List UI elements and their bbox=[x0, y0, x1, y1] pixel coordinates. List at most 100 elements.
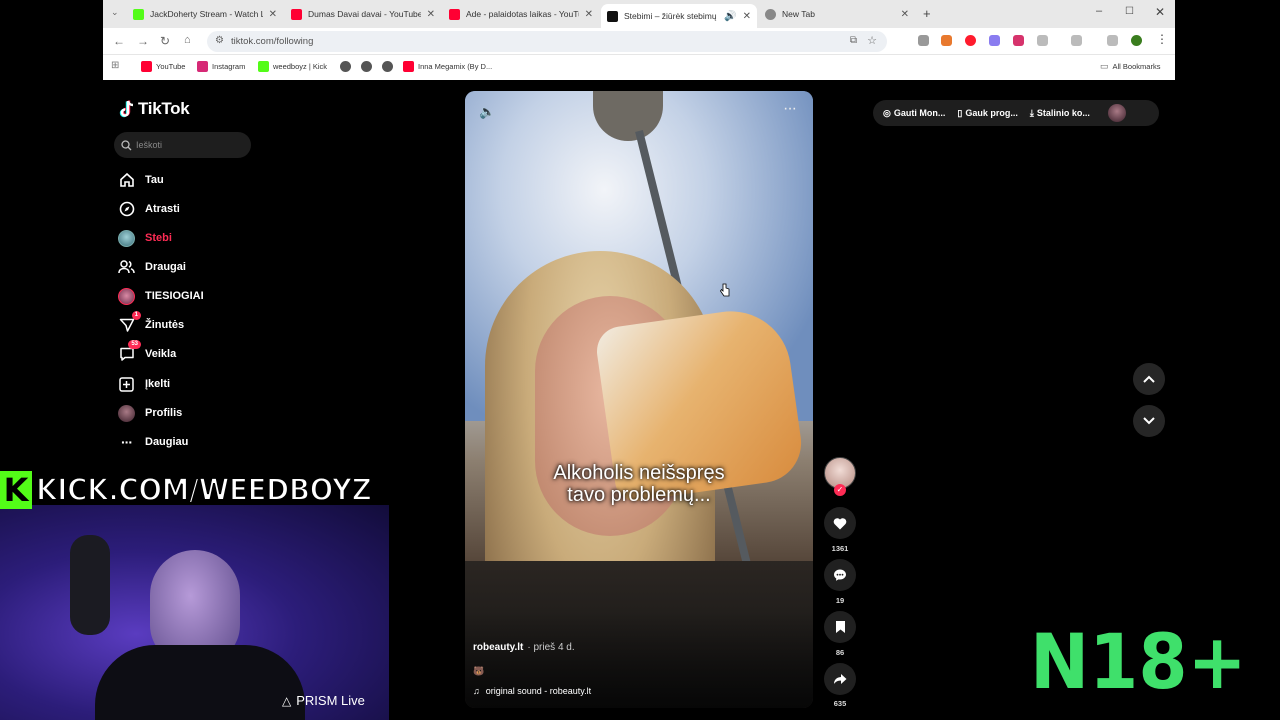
tab-2[interactable]: Dumas Davai davai - YouTube ✕ bbox=[285, 4, 441, 24]
mute-speaker-icon[interactable]: 🔈 bbox=[479, 104, 495, 120]
close-icon[interactable]: ✕ bbox=[269, 9, 277, 20]
bookmark-weedboyz-kick[interactable]: weedboyz | Kick bbox=[258, 61, 327, 72]
bookmark-instagram[interactable]: Instagram bbox=[197, 61, 245, 72]
minimize-icon[interactable]: – bbox=[1096, 5, 1102, 17]
video-caption: Alkoholis neišspręs tavo problemų... bbox=[465, 462, 813, 506]
tab-strip: ⌄ JackDoherty Stream - Watch Liv ✕ Dumas… bbox=[103, 0, 1175, 28]
nav-label: Atrasti bbox=[145, 203, 180, 215]
webcam-overlay: △ PRISM Live bbox=[0, 505, 389, 720]
nav-item-tiesiogiai[interactable]: TIESIOGIAI bbox=[118, 286, 204, 306]
tab-search-icon[interactable]: ⌄ bbox=[111, 7, 119, 18]
bookmark-globe-2[interactable] bbox=[361, 61, 372, 72]
url-text: tiktok.com/following bbox=[231, 36, 314, 47]
forward-icon[interactable]: → bbox=[137, 34, 149, 48]
tiktok-logo[interactable]: TikTok bbox=[119, 99, 190, 119]
kick-favicon-icon bbox=[258, 61, 269, 72]
nav-item-ikelti[interactable]: Įkelti bbox=[118, 374, 170, 394]
video-author[interactable]: robeauty.lt bbox=[473, 642, 523, 653]
extension-icon[interactable] bbox=[918, 35, 929, 46]
follow-check-icon[interactable]: ✓ bbox=[834, 484, 846, 496]
new-tab-icon[interactable]: + bbox=[923, 6, 931, 21]
chevron-up-icon bbox=[1143, 375, 1155, 383]
chrome-favicon-icon bbox=[765, 8, 776, 20]
install-app-icon[interactable]: ⧉ bbox=[850, 35, 857, 46]
bookmark-globe-3[interactable] bbox=[382, 61, 393, 72]
media-icon[interactable] bbox=[1107, 35, 1118, 46]
home-icon[interactable]: ⌂ bbox=[184, 34, 191, 46]
menu-kebab-icon[interactable]: ⋮ bbox=[1156, 32, 1168, 46]
youtube-favicon-icon bbox=[449, 8, 460, 20]
close-window-icon[interactable]: ✕ bbox=[1155, 5, 1165, 19]
puzzle-icon[interactable] bbox=[1037, 35, 1048, 46]
nav-item-zinutes[interactable]: 1 Žinutės bbox=[118, 310, 184, 335]
tab-5[interactable]: New Tab ✕ bbox=[759, 4, 915, 24]
desktop-app-label: Stalinio ko... bbox=[1036, 108, 1090, 118]
site-info-icon[interactable]: ⚙ bbox=[215, 35, 224, 46]
nav-item-atrasti[interactable]: Atrasti bbox=[118, 199, 180, 219]
bookmark-icon bbox=[835, 621, 845, 633]
video-sound-row[interactable]: ♫ original sound - robeauty.lt bbox=[473, 686, 591, 696]
share-count: 635 bbox=[833, 699, 847, 708]
nav-label: Tau bbox=[145, 174, 164, 186]
maximize-icon[interactable]: ☐ bbox=[1125, 6, 1134, 17]
user-avatar[interactable] bbox=[1107, 104, 1126, 122]
tab-1[interactable]: JackDoherty Stream - Watch Liv ✕ bbox=[127, 4, 283, 24]
kick-favicon-icon bbox=[133, 8, 144, 20]
tab-3-title: Ade - palaidotas laikas - YouTu bbox=[466, 9, 579, 19]
close-icon[interactable]: ✕ bbox=[743, 11, 751, 22]
nav-item-profilis[interactable]: Profilis bbox=[118, 403, 182, 423]
extension-icon[interactable] bbox=[989, 35, 1000, 46]
get-coins-button[interactable]: ◎ Gauti Mon... bbox=[883, 108, 945, 119]
globe-icon bbox=[340, 61, 351, 72]
previous-video-button[interactable] bbox=[1133, 363, 1165, 395]
bookmark-inna-megamix[interactable]: Inna Megamix (By D... bbox=[403, 61, 492, 72]
close-icon[interactable]: ✕ bbox=[585, 9, 593, 20]
desktop-app-button[interactable]: ⤓ Stalinio ko... bbox=[1030, 108, 1090, 119]
nav-label: Įkelti bbox=[145, 378, 171, 390]
metamask-icon[interactable] bbox=[941, 35, 952, 46]
activity-icon: 53 bbox=[118, 339, 141, 363]
like-button[interactable] bbox=[824, 507, 856, 539]
shield-extension-icon[interactable] bbox=[1013, 35, 1024, 46]
reload-icon[interactable]: ↻ bbox=[160, 34, 170, 48]
speaker-icon[interactable]: 🔊 bbox=[724, 11, 736, 22]
sidebar-icon[interactable] bbox=[1071, 35, 1082, 46]
search-input[interactable]: Ieškoti bbox=[136, 140, 162, 150]
search-box[interactable]: Ieškoti bbox=[114, 132, 251, 158]
profile-avatar-icon[interactable] bbox=[1131, 35, 1142, 46]
share-button[interactable] bbox=[824, 663, 856, 695]
bookmark-star-icon[interactable]: ☆ bbox=[867, 34, 877, 47]
nav-item-stebi[interactable]: Stebi bbox=[118, 228, 172, 248]
more-icon: ··· bbox=[121, 434, 133, 450]
profile-avatar-icon bbox=[118, 404, 135, 422]
tab-4-active[interactable]: Stebimi – žiūrėk stebimų kū 🔊 ✕ bbox=[601, 4, 757, 28]
nav-item-tau[interactable]: Tau bbox=[118, 170, 164, 190]
comment-button[interactable] bbox=[824, 559, 856, 591]
nav-label: Daugiau bbox=[145, 436, 189, 448]
close-icon[interactable]: ✕ bbox=[427, 9, 435, 20]
video-more-icon[interactable]: ··· bbox=[783, 100, 797, 118]
nav-item-daugiau[interactable]: ··· Daugiau bbox=[118, 432, 188, 452]
close-icon[interactable]: ✕ bbox=[901, 9, 909, 20]
nav-label: Veikla bbox=[145, 348, 177, 360]
top-actions-bar: ◎ Gauti Mon... ▯ Gauk prog... ⤓ Stalinio ko… bbox=[873, 100, 1159, 126]
apps-grid-icon[interactable]: ⊞ bbox=[111, 60, 119, 71]
next-video-button[interactable] bbox=[1133, 405, 1165, 437]
instagram-favicon-icon bbox=[197, 61, 208, 72]
tab-3[interactable]: Ade - palaidotas laikas - YouTu ✕ bbox=[443, 4, 599, 24]
opera-icon[interactable] bbox=[965, 35, 976, 46]
all-bookmarks[interactable]: ▭ All Bookmarks bbox=[1100, 61, 1160, 72]
kick-banner: K KICK.COM/WEEDBOYZ bbox=[0, 469, 397, 511]
save-button[interactable] bbox=[824, 611, 856, 643]
video-sound: original sound - robeauty.lt bbox=[485, 686, 592, 696]
nav-item-veikla[interactable]: 53 Veikla bbox=[118, 339, 177, 364]
kick-url: KICK.COM/WEEDBOYZ bbox=[35, 472, 373, 509]
nav-item-draugai[interactable]: Draugai bbox=[118, 257, 186, 277]
back-icon[interactable]: ← bbox=[113, 34, 125, 48]
bookmark-youtube[interactable]: YouTube bbox=[141, 61, 185, 72]
bookmark-globe-1[interactable] bbox=[340, 61, 351, 72]
nav-label: Draugai bbox=[145, 261, 186, 273]
address-bar[interactable]: ⚙ tiktok.com/following ⧉ ☆ bbox=[207, 31, 887, 52]
video-player[interactable]: 🔈 ··· Alkoholis neišspręs tavo problemų.… bbox=[465, 91, 813, 708]
get-app-button[interactable]: ▯ Gauk prog... bbox=[957, 108, 1017, 119]
